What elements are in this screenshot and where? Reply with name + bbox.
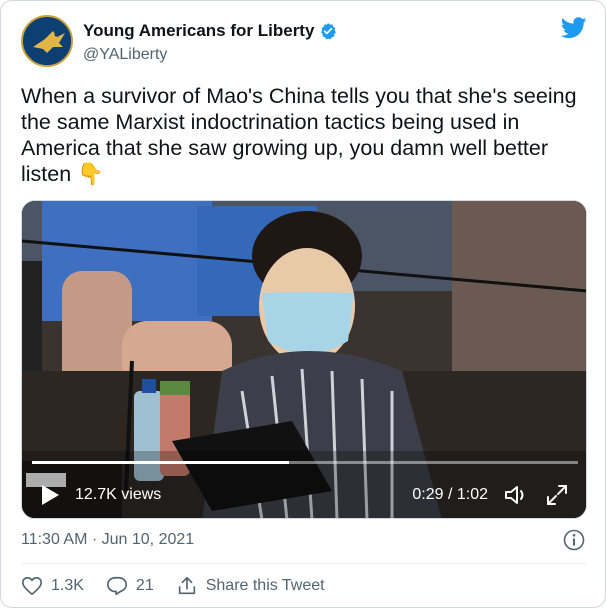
author-name-text: Young Americans for Liberty <box>83 21 315 40</box>
tweet-header: Young Americans for Liberty @YALiberty <box>21 15 587 71</box>
twitter-bird-icon[interactable] <box>561 17 587 39</box>
tweet-actions: 1.3K 21 Share this Tweet <box>21 573 347 599</box>
author-handle[interactable]: @YALiberty <box>83 46 167 64</box>
like-button[interactable]: 1.3K <box>21 575 84 597</box>
avatar[interactable] <box>21 15 73 67</box>
video-player[interactable]: 12.7K views 0:29 / 1:02 <box>21 200 587 519</box>
tweet-card: Young Americans for Liberty @YALiberty W… <box>0 0 606 608</box>
fullscreen-icon[interactable] <box>546 484 568 506</box>
share-button[interactable]: Share this Tweet <box>176 575 325 597</box>
video-time: 0:29 / 1:02 <box>412 486 488 503</box>
tweet-text: When a survivor of Mao's China tells you… <box>21 83 587 187</box>
verified-badge-icon <box>321 23 337 40</box>
video-progress-fill <box>32 461 289 464</box>
volume-icon[interactable] <box>504 484 530 506</box>
eagle-logo-icon <box>25 19 71 65</box>
pointing-down-emoji: 👇 <box>77 162 104 186</box>
author-name[interactable]: Young Americans for Liberty <box>83 21 337 41</box>
reply-count: 21 <box>135 577 154 594</box>
tweet-timestamp[interactable]: 11:30 AM · Jun 10, 2021 <box>21 531 194 549</box>
divider <box>21 563 587 564</box>
video-frame-image <box>22 201 586 518</box>
video-views: 12.7K views <box>75 486 162 503</box>
share-label: Share this Tweet <box>205 577 325 594</box>
reply-bubble-icon <box>106 576 127 596</box>
video-progress-track[interactable] <box>32 461 578 464</box>
like-count: 1.3K <box>51 577 84 594</box>
heart-icon <box>22 576 42 596</box>
info-icon[interactable] <box>563 529 585 551</box>
play-icon[interactable] <box>40 484 60 506</box>
share-icon <box>178 576 195 595</box>
tweet-body: When a survivor of Mao's China tells you… <box>21 84 577 186</box>
reply-button[interactable]: 21 <box>106 575 154 597</box>
